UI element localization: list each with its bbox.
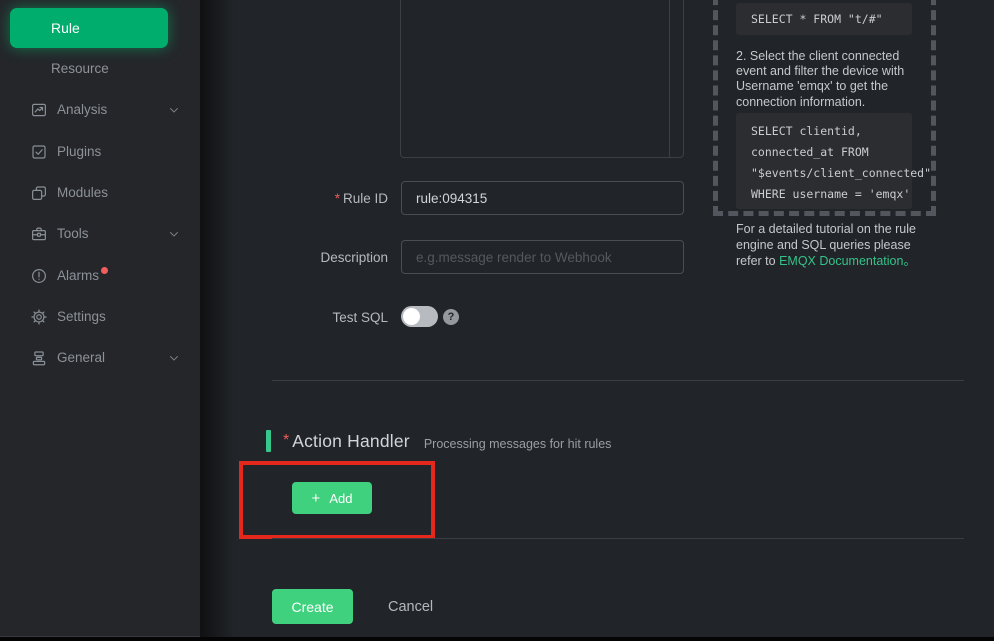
description-input[interactable]: [401, 240, 684, 274]
sidebar-item-settings-label: Settings: [57, 309, 106, 324]
sidebar-item-settings[interactable]: Settings: [0, 296, 200, 337]
required-asterisk: *: [335, 191, 340, 206]
code-line: SELECT clientid,: [751, 121, 912, 142]
footer-period: 。: [903, 254, 916, 268]
description-label: Description: [240, 250, 388, 265]
sidebar-item-tools[interactable]: Tools: [0, 213, 200, 254]
sidebar-shadow: [200, 0, 234, 641]
chevron-down-icon[interactable]: [168, 104, 180, 116]
rule-id-input[interactable]: [401, 181, 684, 215]
sidebar-item-rule-label: Rule: [51, 20, 80, 36]
sidebar-item-general-label: General: [57, 350, 105, 365]
alarm-badge-dot: [101, 267, 108, 274]
sidebar-item-alarms-label: Alarms: [57, 268, 99, 283]
sidebar: Rule Resource Analysis Plugins Modules: [0, 0, 200, 637]
sql-editor[interactable]: [400, 0, 684, 158]
sidebar-item-analysis-label: Analysis: [57, 102, 107, 117]
action-handler-header: * Action Handler Processing messages for…: [266, 428, 611, 454]
plus-icon: +: [312, 490, 321, 507]
sidebar-item-tools-label: Tools: [57, 226, 89, 241]
section-accent-bar: [266, 430, 271, 452]
action-handler-title: Action Handler: [292, 431, 410, 452]
alarm-exclamation-icon: [30, 267, 48, 285]
tools-toolbox-icon: [30, 225, 48, 243]
rule-id-label: *Rule ID: [240, 191, 388, 206]
sql-example-2-code: SELECT clientid, connected_at FROM "$eve…: [736, 113, 912, 209]
emqx-dashboard-rule-create-page: Rule Resource Analysis Plugins Modules: [0, 0, 994, 641]
cancel-button[interactable]: Cancel: [388, 589, 433, 624]
add-action-button[interactable]: + Add: [292, 482, 372, 514]
code-line: WHERE username = 'emqx': [751, 184, 912, 205]
bottom-edge-strip: [0, 637, 994, 641]
code-line: "$events/client_connected": [751, 163, 912, 184]
modules-copy-icon: [30, 184, 48, 202]
sql-example-1-code: SELECT * FROM "t/#": [736, 3, 912, 35]
section-divider-top: [272, 380, 964, 381]
create-button[interactable]: Create: [272, 589, 353, 624]
settings-gear-icon: [30, 308, 48, 326]
tutorial-footer-text: For a detailed tutorial on the rule engi…: [736, 222, 920, 269]
code-line: connected_at FROM: [751, 142, 912, 163]
sql-editor-scrollbar[interactable]: [669, 0, 670, 157]
plugins-checkbox-icon: [30, 143, 48, 161]
sidebar-item-analysis[interactable]: Analysis: [0, 89, 200, 130]
action-handler-subtitle: Processing messages for hit rules: [424, 432, 612, 451]
emqx-documentation-link[interactable]: EMQX Documentation: [779, 254, 903, 268]
sql-example-2-tip: 2. Select the client connected event and…: [736, 49, 920, 110]
sidebar-item-resource-label: Resource: [51, 61, 109, 76]
required-asterisk: *: [283, 432, 289, 450]
sidebar-item-modules[interactable]: Modules: [0, 172, 200, 213]
chevron-down-icon[interactable]: [168, 352, 180, 364]
sidebar-item-plugins-label: Plugins: [57, 144, 101, 159]
analysis-chart-icon: [30, 101, 48, 119]
test-sql-toggle[interactable]: [401, 306, 438, 327]
test-sql-label: Test SQL: [240, 310, 388, 325]
sidebar-item-rule[interactable]: Rule: [10, 8, 168, 48]
section-divider-bottom: [272, 538, 964, 539]
sidebar-item-alarms[interactable]: Alarms: [0, 255, 200, 296]
question-help-icon[interactable]: ?: [443, 309, 459, 325]
sidebar-item-resource[interactable]: Resource: [0, 48, 200, 89]
sidebar-item-plugins[interactable]: Plugins: [0, 131, 200, 172]
toggle-knob: [403, 308, 420, 325]
general-structure-icon: [30, 349, 48, 367]
sidebar-item-general[interactable]: General: [0, 337, 200, 378]
sidebar-item-modules-label: Modules: [57, 185, 108, 200]
chevron-down-icon[interactable]: [168, 228, 180, 240]
